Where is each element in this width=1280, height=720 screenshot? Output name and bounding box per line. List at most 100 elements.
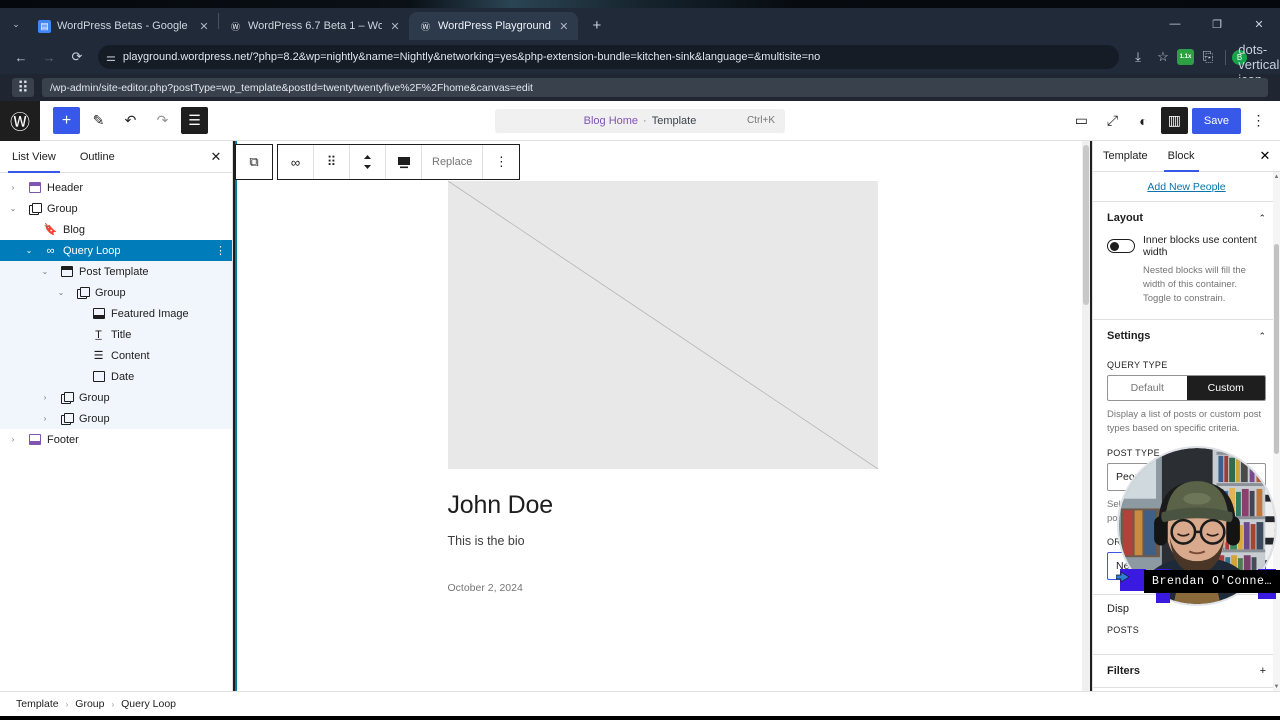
query-type-segmented-control[interactable]: Default Custom bbox=[1107, 375, 1266, 402]
advanced-section-header[interactable]: Advanced ⌄ bbox=[1093, 688, 1280, 691]
inner-blocks-width-toggle-row[interactable]: Inner blocks use content width bbox=[1107, 234, 1266, 258]
chevron-right-icon[interactable]: › bbox=[36, 414, 54, 423]
inspector-scrollbar[interactable]: ▲ ▼ bbox=[1273, 172, 1280, 691]
tree-item-blog[interactable]: 🔖 Blog bbox=[0, 219, 232, 240]
inspector-scrollbar-thumb[interactable] bbox=[1274, 244, 1279, 454]
tree-item-options-icon[interactable]: ⋮ bbox=[215, 244, 226, 257]
settings-sidebar-button[interactable]: ▥ bbox=[1160, 107, 1188, 134]
breadcrumb-item-query-loop[interactable]: Query Loop bbox=[121, 698, 176, 710]
chevron-right-icon[interactable]: › bbox=[36, 393, 54, 402]
block-options-button[interactable]: ⋮ bbox=[483, 145, 519, 179]
add-new-people-link[interactable]: Add New People bbox=[1093, 172, 1280, 202]
browser-tab-0[interactable]: ▤ WordPress Betas - Google Docs ✕ bbox=[28, 12, 218, 40]
close-icon[interactable]: ✕ bbox=[200, 141, 232, 172]
tab-search-chevron-icon[interactable]: ⌄ bbox=[4, 12, 28, 36]
replace-button[interactable]: Replace bbox=[422, 145, 484, 179]
drag-handle-button[interactable]: ⠿ bbox=[314, 145, 350, 179]
tab-close-icon[interactable]: ✕ bbox=[388, 20, 402, 33]
tree-item-query-loop[interactable]: ⌄ ∞ Query Loop ⋮ bbox=[0, 240, 232, 261]
browser-tab-2[interactable]: Ⓦ WordPress Playground ✕ bbox=[409, 12, 578, 40]
chevron-up-icon[interactable]: ⌃ bbox=[1258, 213, 1266, 224]
post-title[interactable]: John Doe bbox=[448, 491, 878, 520]
post-date[interactable]: October 2, 2024 bbox=[448, 582, 878, 594]
tree-item-post-template[interactable]: ⌄ Post Template bbox=[0, 261, 232, 282]
scrollbar-down-arrow-icon[interactable]: ▼ bbox=[1273, 682, 1280, 691]
styles-button[interactable]: ◐ bbox=[1130, 107, 1157, 134]
tree-item-group-3[interactable]: › Group bbox=[0, 408, 232, 429]
redo-button[interactable]: ↷ bbox=[149, 107, 176, 134]
tree-item-content[interactable]: ☰ Content bbox=[0, 345, 232, 366]
tab-outline[interactable]: Outline bbox=[68, 141, 127, 172]
tab-block[interactable]: Block bbox=[1158, 141, 1205, 172]
chevron-down-icon[interactable]: ⌄ bbox=[36, 267, 54, 276]
star-icon[interactable]: ☆ bbox=[1152, 44, 1174, 70]
install-app-icon[interactable]: ⤓ bbox=[1127, 44, 1149, 70]
tree-item-featured-image[interactable]: Featured Image bbox=[0, 303, 232, 324]
breadcrumb-item-template[interactable]: Template bbox=[16, 698, 59, 710]
tab-template[interactable]: Template bbox=[1093, 141, 1158, 171]
settings-section-header[interactable]: Settings ⌃ bbox=[1107, 330, 1266, 348]
maximize-window-icon[interactable]: ❐ bbox=[1196, 8, 1238, 40]
tree-item-title[interactable]: T̲ Title bbox=[0, 324, 232, 345]
select-parent-block-button[interactable]: ⧉ bbox=[236, 145, 272, 179]
options-menu-button[interactable]: ⋮ bbox=[1245, 107, 1272, 134]
playground-url-field[interactable]: /wp-admin/site-editor.php?postType=wp_te… bbox=[42, 78, 1268, 97]
query-type-option-default[interactable]: Default bbox=[1108, 376, 1187, 400]
chevron-right-icon[interactable]: › bbox=[4, 435, 22, 444]
close-icon[interactable]: ✕ bbox=[1250, 141, 1280, 171]
move-up-down-button[interactable] bbox=[350, 145, 386, 179]
tab-close-icon[interactable]: ✕ bbox=[557, 20, 571, 33]
forward-button[interactable]: → bbox=[36, 44, 62, 70]
plus-icon[interactable]: + bbox=[1260, 665, 1266, 677]
alignment-button[interactable] bbox=[386, 145, 422, 179]
tree-item-footer[interactable]: › Footer bbox=[0, 429, 232, 450]
tree-item-group-2[interactable]: › Group bbox=[0, 387, 232, 408]
browser-tab-1[interactable]: Ⓦ WordPress 6.7 Beta 1 – WordPr ✕ bbox=[219, 12, 409, 40]
canvas-scrollbar[interactable] bbox=[1082, 141, 1090, 691]
tree-item-header[interactable]: › Header bbox=[0, 177, 232, 198]
tree-item-date[interactable]: Date bbox=[0, 366, 232, 387]
extension-badge[interactable]: 1.1x bbox=[1177, 49, 1194, 65]
tree-item-group-inner[interactable]: ⌄ Group bbox=[0, 282, 232, 303]
chevron-down-icon[interactable]: ⌄ bbox=[4, 204, 22, 213]
canvas-scrollbar-thumb[interactable] bbox=[1083, 145, 1089, 305]
layout-section-header[interactable]: Layout ⌃ bbox=[1107, 212, 1266, 230]
address-bar[interactable]: ⚌ playground.wordpress.net/?php=8.2&wp=n… bbox=[98, 45, 1119, 69]
undo-button[interactable]: ↶ bbox=[117, 107, 144, 134]
query-type-option-custom[interactable]: Custom bbox=[1186, 376, 1265, 401]
close-window-icon[interactable]: ✕ bbox=[1238, 8, 1280, 40]
new-tab-button[interactable]: + bbox=[584, 12, 610, 38]
filters-section-header[interactable]: Filters + bbox=[1093, 655, 1280, 689]
save-button[interactable]: Save bbox=[1191, 107, 1241, 134]
document-bar[interactable]: Blog Home · Template Ctrl+K bbox=[495, 108, 785, 133]
chevron-up-icon[interactable]: ⌃ bbox=[1258, 331, 1266, 342]
wordpress-logo[interactable]: Ⓦ bbox=[0, 100, 40, 141]
post-content[interactable]: This is the bio bbox=[448, 534, 878, 548]
tab-list-view[interactable]: List View bbox=[0, 141, 68, 173]
breadcrumb-item-group[interactable]: Group bbox=[75, 698, 104, 710]
tab-close-icon[interactable]: ✕ bbox=[197, 20, 211, 33]
side-panel-icon[interactable]: ⎘ bbox=[1197, 44, 1219, 70]
editor-canvas[interactable]: ⧉ ∞ ⠿ Replace ⋮ John Doe This is the bio… bbox=[235, 141, 1090, 691]
back-button[interactable]: ← bbox=[8, 44, 34, 70]
inner-blocks-width-toggle[interactable] bbox=[1107, 239, 1135, 253]
three-dots-vertical-icon[interactable]: three-dots-vertical-icon bbox=[1238, 27, 1280, 87]
featured-image-placeholder[interactable] bbox=[447, 181, 878, 469]
zoom-out-button[interactable]: ⤢ bbox=[1099, 107, 1126, 134]
block-type-query-loop-button[interactable]: ∞ bbox=[278, 145, 314, 179]
chevron-right-icon[interactable]: › bbox=[4, 183, 22, 192]
tune-icon[interactable]: ⚌ bbox=[106, 51, 116, 64]
tree-item-label: Group bbox=[79, 391, 110, 404]
scrollbar-up-arrow-icon[interactable]: ▲ bbox=[1273, 172, 1280, 181]
edit-tool-button[interactable]: ✎ bbox=[85, 107, 112, 134]
reload-button[interactable]: ⟳ bbox=[64, 44, 90, 70]
minimize-window-icon[interactable]: — bbox=[1154, 8, 1196, 40]
add-block-button[interactable]: + bbox=[53, 107, 80, 134]
chevron-down-icon[interactable]: ⌄ bbox=[52, 288, 70, 297]
view-desktop-button[interactable]: ▭ bbox=[1068, 107, 1095, 134]
list-view-button[interactable]: ☰ bbox=[181, 107, 208, 134]
group-icon bbox=[74, 287, 91, 299]
grid-apps-icon[interactable]: ⠿ bbox=[12, 78, 34, 97]
tree-item-group[interactable]: ⌄ Group bbox=[0, 198, 232, 219]
chevron-down-icon[interactable]: ⌄ bbox=[20, 246, 38, 255]
